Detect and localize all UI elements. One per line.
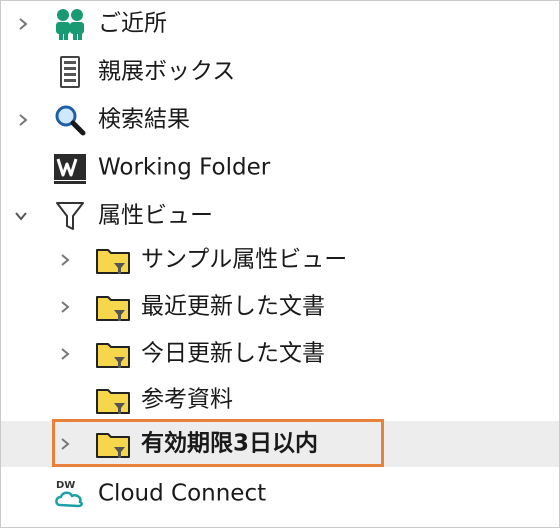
tree-item-label: サンプル属性ビュー — [141, 246, 348, 273]
tree-item-label: 今日更新した文書 — [141, 340, 325, 367]
tree-item-updated-today[interactable]: 今日更新した文書 — [1, 331, 559, 377]
cloud-connect-icon: DW — [55, 480, 83, 508]
svg-text:DW: DW — [56, 480, 75, 491]
tree-item-inbox[interactable]: 親展ボックス — [1, 49, 559, 95]
tray-icon — [60, 56, 80, 88]
tree-item-recently-updated[interactable]: 最近更新した文書 — [1, 284, 559, 330]
filter-folder-icon — [96, 389, 130, 414]
tree-item-label: Working Folder — [98, 154, 271, 181]
tree-item-label: 参考資料 — [141, 386, 233, 413]
tree-item-working-folder[interactable]: Working Folder — [1, 145, 559, 191]
chevron-right-icon[interactable] — [58, 300, 72, 314]
chevron-down-icon[interactable] — [14, 209, 28, 223]
tree-item-attribute-view[interactable]: 属性ビュー — [1, 193, 559, 239]
chevron-right-icon[interactable] — [16, 17, 30, 31]
chevron-right-icon[interactable] — [16, 113, 30, 127]
w-logo-icon — [54, 154, 86, 184]
funnel-icon — [56, 202, 84, 230]
tree-item-sample-attribute-view[interactable]: サンプル属性ビュー — [1, 237, 559, 283]
filter-folder-icon — [96, 296, 130, 321]
tree-item-cloud-connect[interactable]: DW Cloud Connect — [1, 471, 559, 517]
tree-item-search-results[interactable]: 検索結果 — [1, 97, 559, 143]
tree-item-label: 検索結果 — [98, 106, 190, 133]
filter-folder-icon — [96, 343, 130, 368]
tree-item-nearby[interactable]: ご近所 — [1, 1, 559, 47]
tree-item-label: 最近更新した文書 — [141, 293, 325, 320]
chevron-right-icon[interactable] — [58, 253, 72, 267]
chevron-right-icon[interactable] — [58, 347, 72, 361]
tree-item-label: 属性ビュー — [98, 202, 213, 229]
tree-item-label: 親展ボックス — [98, 58, 236, 85]
people-icon — [56, 9, 84, 40]
tree-item-label: ご近所 — [98, 10, 167, 37]
filter-folder-icon — [96, 249, 130, 274]
tree-item-label: Cloud Connect — [98, 480, 267, 507]
magnifier-icon — [55, 105, 86, 136]
selection-highlight-box — [52, 419, 384, 467]
folder-tree-panel: ご近所 親展ボックス 検索結果 Working Folder 属性ビュー サンプ… — [0, 0, 560, 528]
tree-item-reference[interactable]: 参考資料 — [1, 377, 559, 423]
